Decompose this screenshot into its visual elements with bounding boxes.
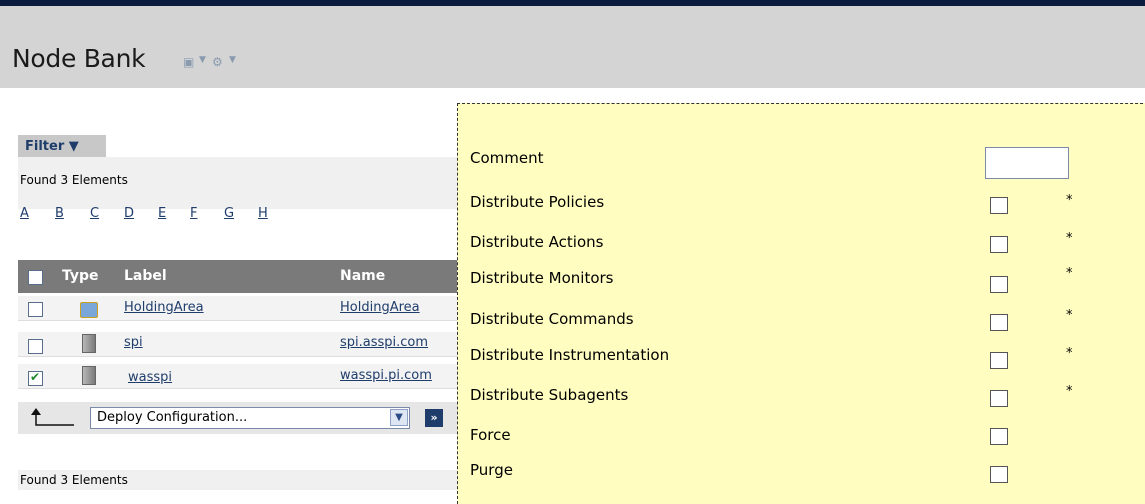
chevron-down-icon[interactable]: ▼ (229, 55, 236, 65)
return-arrow-icon[interactable] (30, 407, 76, 427)
purge-checkbox[interactable] (990, 466, 1008, 483)
page-title: Node Bank (12, 44, 146, 73)
letter-link-c[interactable]: C (90, 206, 99, 221)
row-label-link[interactable]: wasspi (128, 370, 172, 385)
chevron-down-icon[interactable]: ▼ (390, 409, 408, 426)
action-select[interactable]: Deploy Configuration... (90, 407, 410, 429)
required-marker: * (1066, 384, 1073, 399)
row-checkbox[interactable] (28, 302, 43, 317)
required-marker: * (1066, 308, 1073, 323)
column-header-label[interactable]: Label (124, 268, 167, 284)
required-marker: * (1066, 346, 1073, 361)
letter-link-b[interactable]: B (55, 206, 64, 221)
letter-link-e[interactable]: E (158, 206, 166, 221)
row-checkbox[interactable] (28, 339, 43, 354)
distribute-commands-label: Distribute Commands (470, 310, 634, 328)
row-name-link[interactable]: HoldingArea (340, 300, 420, 315)
chevron-down-icon[interactable]: ▼ (199, 55, 206, 65)
required-marker: * (1066, 231, 1073, 246)
distribute-instrumentation-label: Distribute Instrumentation (470, 346, 670, 364)
row-label-link[interactable]: spi (124, 335, 143, 350)
go-button[interactable]: » (425, 409, 443, 427)
comment-label: Comment (470, 149, 544, 167)
required-marker: * (1066, 266, 1073, 281)
server-icon (82, 366, 96, 385)
found-count-bottom: Found 3 Elements (20, 473, 128, 487)
distribute-commands-checkbox[interactable] (990, 314, 1008, 331)
select-all-checkbox[interactable] (28, 270, 43, 285)
folder-icon (80, 302, 98, 318)
row-label-link[interactable]: HoldingArea (124, 300, 204, 315)
purge-label: Purge (470, 461, 513, 479)
distribute-subagents-checkbox[interactable] (990, 390, 1008, 407)
filter-button[interactable]: Filter ▼ (18, 135, 106, 159)
distribute-policies-label: Distribute Policies (470, 193, 605, 211)
page-header (0, 6, 1145, 88)
distribute-monitors-checkbox[interactable] (990, 276, 1008, 293)
distribute-policies-checkbox[interactable] (990, 197, 1008, 214)
letter-link-a[interactable]: A (20, 206, 29, 221)
found-count-top: Found 3 Elements (20, 173, 128, 187)
comment-input[interactable] (985, 147, 1069, 179)
distribute-actions-label: Distribute Actions (470, 233, 604, 251)
column-header-type[interactable]: Type (62, 268, 99, 284)
force-label: Force (470, 426, 511, 444)
window-icon[interactable]: ▣ (183, 55, 194, 69)
gear-icon[interactable]: ⚙ (212, 55, 223, 69)
server-icon (82, 334, 96, 353)
row-checkbox[interactable] (28, 370, 43, 386)
letter-link-f[interactable]: F (190, 206, 197, 221)
distribute-actions-checkbox[interactable] (990, 236, 1008, 253)
letter-link-h[interactable]: H (258, 206, 268, 221)
row-name-link[interactable]: wasspi.pi.com (340, 368, 432, 383)
letter-link-g[interactable]: G (224, 206, 234, 221)
force-checkbox[interactable] (990, 428, 1008, 445)
distribute-instrumentation-checkbox[interactable] (990, 352, 1008, 369)
letter-link-d[interactable]: D (124, 206, 134, 221)
distribute-subagents-label: Distribute Subagents (470, 386, 629, 404)
column-header-name[interactable]: Name (340, 268, 385, 284)
row-name-link[interactable]: spi.asspi.com (340, 335, 428, 350)
required-marker: * (1066, 193, 1073, 208)
distribute-monitors-label: Distribute Monitors (470, 269, 614, 287)
